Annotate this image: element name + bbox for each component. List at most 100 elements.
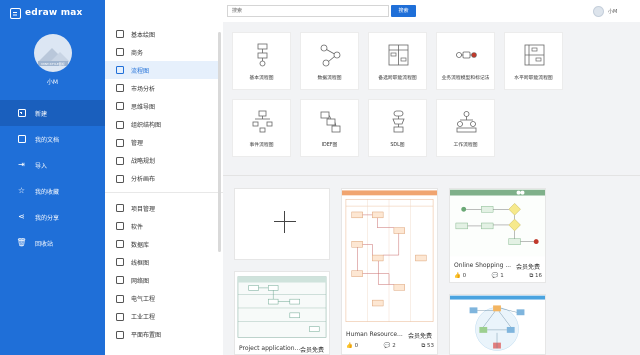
like-count[interactable]: 👍 0 — [346, 343, 358, 350]
copy-count[interactable]: ⧉ 53 — [421, 343, 434, 350]
example-thumbnail — [237, 276, 327, 338]
top-user-name[interactable]: 小M — [608, 8, 617, 15]
category-label: 市场分析 — [131, 85, 156, 93]
template-label: 基本流程图 — [249, 76, 274, 81]
copy-count-value: 16 — [535, 273, 542, 279]
category-label: 商务 — [131, 49, 144, 57]
template-card[interactable]: SDL图 — [368, 99, 427, 157]
category-item[interactable]: 商务 — [105, 43, 218, 61]
nav-item-trash[interactable]: 🗑 回收站 — [0, 230, 105, 256]
template-card[interactable]: 基本流程图 — [232, 32, 291, 90]
comment-icon: 💬 — [383, 343, 391, 349]
section-divider — [223, 175, 640, 176]
template-card[interactable]: 事件流程图 — [232, 99, 291, 157]
app-logo[interactable]: edraw max — [10, 6, 83, 20]
thumbs-up-icon: 👍 — [454, 273, 461, 279]
top-bar: 搜索 搜索 小M — [223, 0, 640, 22]
category-item[interactable]: 市场分析 — [105, 79, 218, 97]
trash-icon: 🗑 — [16, 238, 27, 247]
briefcase-icon — [116, 48, 124, 57]
category-item[interactable]: 管理 — [105, 134, 218, 152]
category-label: 思维导图 — [131, 103, 156, 111]
template-card[interactable]: 水平跨职能流程图 — [504, 32, 563, 90]
avatar-caption: MINT-STYLE图标 — [38, 61, 68, 66]
category-item[interactable]: 电气工程 — [105, 289, 218, 307]
category-panel: 基本绘图 商务 流程图 市场分析 思维导图 组织结构图 管理 战略规划 分析画布… — [105, 0, 223, 355]
star-icon: ☆ — [17, 186, 26, 195]
category-item[interactable]: 基本绘图 — [105, 25, 218, 43]
category-list-primary: 基本绘图 商务 流程图 市场分析 思维导图 组织结构图 管理 战略规划 分析画布 — [105, 25, 218, 188]
nav-item-import[interactable]: ⇥ 导入 — [0, 152, 105, 178]
category-item-active[interactable]: 流程图 — [105, 61, 218, 80]
category-item[interactable]: 数据库 — [105, 235, 218, 253]
wireframe-icon — [116, 258, 124, 267]
example-stats: 👍 0 💬 2 ⧉ 53 — [346, 343, 434, 350]
template-card[interactable]: 业务流程模型和标记法 — [436, 32, 495, 90]
comment-count-value: 2 — [392, 343, 396, 349]
example-title: Online Shopping ... — [454, 262, 512, 269]
nav-item-label: 新建 — [35, 110, 48, 118]
avatar[interactable]: MINT-STYLE图标 — [34, 34, 72, 72]
category-item[interactable]: 项目管理 — [105, 199, 218, 217]
floor-plan-icon — [116, 330, 124, 339]
category-item[interactable]: 网络图 — [105, 271, 218, 289]
category-item[interactable]: 平面布置图 — [105, 326, 218, 344]
copy-count[interactable]: ⧉ 16 — [529, 273, 542, 280]
category-item[interactable]: 线框图 — [105, 253, 218, 271]
category-divider — [105, 192, 223, 193]
blank-document-card[interactable] — [234, 188, 330, 260]
edraw-logo-icon — [10, 7, 21, 19]
project-icon — [116, 204, 124, 213]
comment-count[interactable]: 💬 2 — [384, 343, 396, 350]
main-nav: 新建 我的文档 ⇥ 导入 ☆ 我的收藏 ⋖ 我的分享 🗑 回收站 — [0, 100, 105, 256]
nav-item-label: 我的收藏 — [35, 188, 60, 196]
search-button[interactable]: 搜索 — [391, 5, 416, 17]
user-avatar-icon[interactable] — [593, 6, 604, 17]
example-card[interactable]: Human Resource... 会员免费 👍 0 💬 2 ⧉ 53 — [341, 188, 438, 355]
nav-item-label: 导入 — [35, 162, 48, 170]
sdl-icon — [392, 110, 405, 133]
category-item[interactable]: 思维导图 — [105, 97, 218, 115]
example-thumbnail — [342, 190, 437, 322]
template-label: IDEF图 — [321, 143, 338, 148]
canvas-icon — [116, 174, 124, 183]
software-icon — [116, 222, 124, 231]
member-free-badge: 会员免费 — [408, 333, 433, 340]
example-card[interactable] — [449, 294, 546, 355]
industrial-icon — [116, 312, 124, 321]
category-label: 电气工程 — [131, 296, 156, 304]
database-icon — [116, 240, 124, 249]
category-label: 工业工程 — [131, 314, 156, 322]
category-scrollbar[interactable] — [218, 32, 221, 252]
template-label: SDL图 — [390, 143, 405, 148]
search-input[interactable]: 搜索 — [227, 5, 389, 17]
like-count[interactable]: 👍 0 — [454, 273, 466, 280]
example-card[interactable]: Project application... 会员免费 — [234, 271, 330, 355]
nav-item-favorites[interactable]: ☆ 我的收藏 — [0, 178, 105, 204]
template-card[interactable]: 数据流程图 — [300, 32, 359, 90]
nav-item-share[interactable]: ⋖ 我的分享 — [0, 204, 105, 230]
category-item[interactable]: 战略规划 — [105, 152, 218, 170]
example-card[interactable]: Online Shopping ... 会员免费 👍 0 💬 1 ⧉ 16 — [449, 188, 546, 283]
member-free-badge: 会员免费 — [300, 347, 325, 354]
template-card[interactable]: 备选跨职能流程图 — [368, 32, 427, 90]
category-item[interactable]: 组织结构图 — [105, 115, 218, 133]
category-label: 网络图 — [131, 277, 150, 285]
nav-item-my-docs[interactable]: 我的文档 — [0, 126, 105, 152]
category-label: 基本绘图 — [131, 31, 156, 39]
template-label: 水平跨职能流程图 — [514, 76, 553, 81]
template-card[interactable]: IDEF图 — [300, 99, 359, 157]
template-card[interactable]: 工作流程图 — [436, 99, 495, 157]
nav-item-label: 回收站 — [35, 240, 54, 248]
nav-item-new[interactable]: 新建 — [0, 100, 105, 126]
data-flow-icon — [320, 44, 341, 67]
basic-flowchart-icon — [257, 43, 268, 67]
category-item[interactable]: 分析画布 — [105, 170, 218, 188]
category-item[interactable]: 工业工程 — [105, 308, 218, 326]
org-chart-icon — [116, 120, 124, 129]
comment-count[interactable]: 💬 1 — [492, 273, 504, 280]
nav-item-label: 我的文档 — [35, 136, 60, 144]
comment-count-value: 1 — [500, 273, 504, 279]
category-item[interactable]: 软件 — [105, 217, 218, 235]
example-thumbnail — [450, 295, 545, 351]
